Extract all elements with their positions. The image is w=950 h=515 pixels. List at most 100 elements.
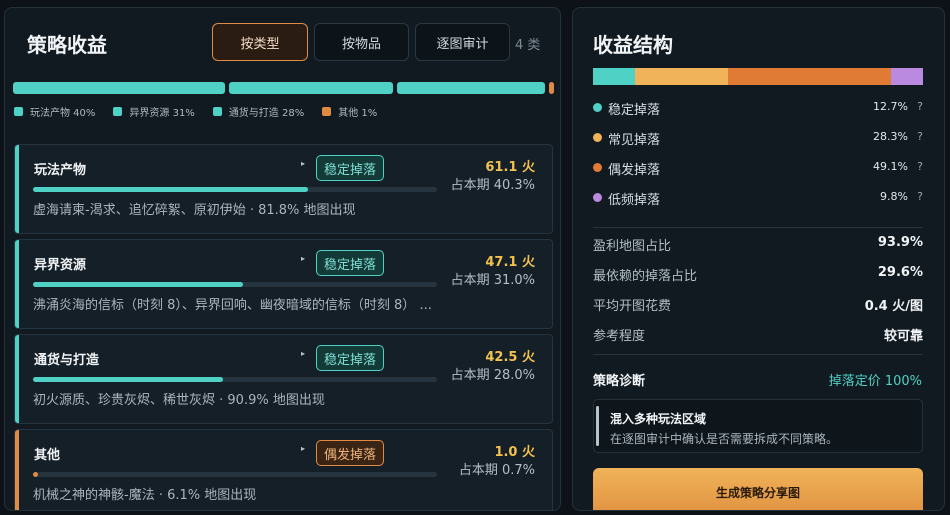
progress-fill xyxy=(33,187,308,192)
category-share: 占本期 28.0% xyxy=(450,368,535,383)
category-card[interactable]: 通货与打造 ▸ 稳定掉落 42.5 火占本期 28.0% 初火源质、珍贵灰烬、稀世灰烬 … xyxy=(14,334,553,424)
category-items-description: 机械之神的神骸-魔法 · 6.1% 地图出现 xyxy=(33,488,257,503)
divider xyxy=(593,354,923,355)
category-card[interactable]: 其他 ▸ 偶发掉落 1.0 火占本期 0.7% 机械之神的神骸-魔法 · 6.1% 地图… xyxy=(14,429,553,510)
progress-track xyxy=(33,377,437,382)
category-name: 异界资源 xyxy=(34,258,87,273)
legend-item: 其他 1% xyxy=(322,104,377,119)
distribution-segment xyxy=(228,82,393,94)
structure-segment xyxy=(728,68,891,85)
progress-fill xyxy=(33,472,38,477)
strategy-income-panel: 策略收益 按类型 按物品 逐图审计 4 类 玩法产物 40% 异界资源 31% 通货… xyxy=(4,7,561,511)
category-items-description: 沸涌炎海的信标（时刻 8）、异界回响、幽夜暗域的信标（时刻 8） ... xyxy=(33,298,432,313)
category-items-description: 虚海请柬-渴求、追忆碎絮、原初伊始 · 81.8% 地图出现 xyxy=(33,203,356,218)
category-card[interactable]: 玩法产物 ▸ 稳定掉落 61.1 火占本期 40.3% 虚海请柬-渴求、追忆碎絮、原初伊… xyxy=(14,144,553,234)
distribution-legend: 玩法产物 40% 异界资源 31% 通货与打造 28% 其他 1% xyxy=(14,104,377,119)
structure-segment xyxy=(593,68,635,85)
help-icon[interactable]: ? xyxy=(917,160,923,173)
metric-value: 93.9% xyxy=(877,235,923,250)
note-accent-bar xyxy=(596,406,599,446)
metric-label: 参考程度 xyxy=(593,329,646,344)
metric-label: 平均开图花费 xyxy=(593,299,672,314)
legend-swatch xyxy=(113,107,123,116)
category-items-description: 初火源质、珍贵灰烬、稀世灰烬 · 90.9% 地图出现 xyxy=(33,393,325,408)
category-count: 4 类 xyxy=(515,38,541,53)
legend-swatch xyxy=(322,107,332,116)
legend-label: 玩法产物 40% xyxy=(30,108,96,119)
structure-bar xyxy=(593,68,923,85)
card-accent-stripe xyxy=(15,335,19,423)
structure-label: 常见掉落 xyxy=(608,133,661,148)
drop-type-badge: 稳定掉落 xyxy=(316,155,385,181)
category-value: 42.5 火 xyxy=(485,350,535,365)
legend-swatch xyxy=(14,107,23,116)
structure-row: 常见掉落 28.3%? xyxy=(593,128,923,148)
tab-by-item[interactable]: 按物品 xyxy=(314,23,409,61)
metric-label: 最依赖的掉落占比 xyxy=(593,269,698,284)
category-name: 玩法产物 xyxy=(34,163,87,178)
category-value: 47.1 火 xyxy=(485,255,535,270)
diagnosis-value: 掉落定价 100% xyxy=(828,374,922,389)
expand-arrow-icon[interactable]: ▸ xyxy=(301,159,305,168)
metric-label: 盈利地图占比 xyxy=(593,239,672,254)
progress-fill xyxy=(33,377,223,382)
card-accent-stripe xyxy=(15,430,19,510)
category-card[interactable]: 异界资源 ▸ 稳定掉落 47.1 火占本期 31.0% 沸涌炎海的信标（时刻 8）、异界… xyxy=(14,239,553,329)
help-icon[interactable]: ? xyxy=(917,130,923,143)
structure-label: 低频掉落 xyxy=(608,193,661,208)
metric-value: 29.6% xyxy=(877,265,923,280)
tab-by-type[interactable]: 按类型 xyxy=(212,23,308,61)
note-description: 在逐图审计中确认是否需要拆成不同策略。 xyxy=(610,432,839,446)
structure-percent: 28.3% xyxy=(873,130,908,143)
structure-label: 稳定掉落 xyxy=(608,103,661,118)
structure-label: 偶发掉落 xyxy=(608,163,661,178)
legend-item: 玩法产物 40% xyxy=(14,104,95,119)
structure-percent: 9.8% xyxy=(880,190,908,203)
help-icon[interactable]: ? xyxy=(917,190,923,203)
legend-label: 其他 1% xyxy=(338,108,378,119)
category-share: 占本期 31.0% xyxy=(450,273,535,288)
category-share: 占本期 0.7% xyxy=(458,463,535,478)
help-icon[interactable]: ? xyxy=(917,100,923,113)
structure-segment xyxy=(890,68,923,85)
expand-arrow-icon[interactable]: ▸ xyxy=(301,444,305,453)
category-value: 1.0 火 xyxy=(494,445,535,460)
structure-row: 稳定掉落 12.7%? xyxy=(593,98,923,118)
diagnosis-title: 策略诊断 xyxy=(593,374,646,389)
generate-share-image-button[interactable]: 生成策略分享图 xyxy=(593,468,923,510)
legend-swatch xyxy=(212,107,222,116)
diagnosis-note: 混入多种玩法区域 在逐图审计中确认是否需要拆成不同策略。 xyxy=(593,399,923,453)
drop-type-badge: 偶发掉落 xyxy=(316,440,385,466)
expand-arrow-icon[interactable]: ▸ xyxy=(301,349,305,358)
panel-title: 策略收益 xyxy=(27,33,107,57)
metric-value: 0.4 火/图 xyxy=(864,299,923,314)
card-accent-stripe xyxy=(15,145,19,233)
expand-arrow-icon[interactable]: ▸ xyxy=(301,254,305,263)
category-share: 占本期 40.3% xyxy=(450,178,535,193)
progress-track xyxy=(33,187,437,192)
drop-type-badge: 稳定掉落 xyxy=(316,250,385,276)
structure-row: 低频掉落 9.8%? xyxy=(593,188,923,208)
distribution-segment xyxy=(396,82,545,94)
distribution-segment xyxy=(548,82,554,94)
structure-percent: 49.1% xyxy=(873,160,908,173)
legend-dot xyxy=(593,193,602,202)
category-name: 通货与打造 xyxy=(34,353,100,368)
distribution-segment xyxy=(13,82,225,94)
drop-type-badge: 稳定掉落 xyxy=(316,345,385,371)
structure-segment xyxy=(634,68,729,85)
legend-item: 异界资源 31% xyxy=(113,104,195,119)
legend-dot xyxy=(593,163,602,172)
panel-title: 收益结构 xyxy=(593,33,673,57)
category-name: 其他 xyxy=(34,448,61,463)
progress-fill xyxy=(33,282,244,287)
structure-percent: 12.7% xyxy=(873,100,908,113)
progress-track xyxy=(33,472,437,477)
note-title: 混入多种玩法区域 xyxy=(610,412,707,426)
progress-track xyxy=(33,282,437,287)
category-value: 61.1 火 xyxy=(485,160,535,175)
card-accent-stripe xyxy=(15,240,19,328)
tab-per-map-audit[interactable]: 逐图审计 xyxy=(415,23,510,61)
legend-dot xyxy=(593,133,602,142)
legend-item: 通货与打造 28% xyxy=(212,104,304,119)
